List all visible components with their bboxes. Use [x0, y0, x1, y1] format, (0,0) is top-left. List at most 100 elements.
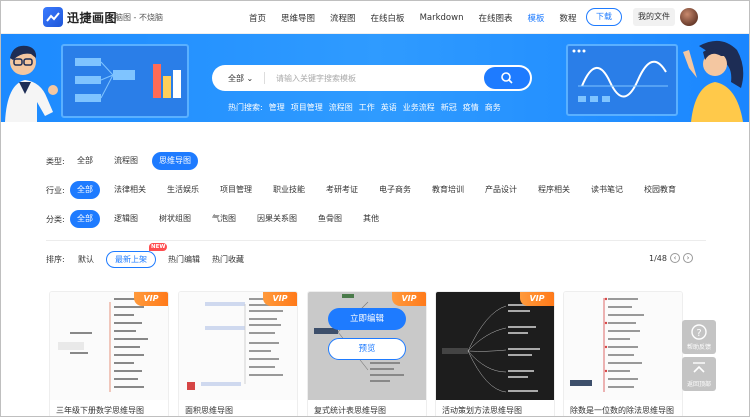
search-input[interactable] [276, 68, 476, 88]
template-card-hovered[interactable]: 立即编辑 预览 VIP 复式统计表思维导图 [307, 291, 427, 416]
search-icon [501, 72, 513, 84]
filter-type-option[interactable]: 思维导图 [152, 152, 198, 170]
filter-industry-option[interactable]: 产品设计 [478, 181, 524, 199]
nav-mindmap[interactable]: 思维导图 [281, 12, 315, 24]
template-card[interactable]: 除数是一位数的除法思维导图 [563, 291, 683, 416]
nav-tutorial[interactable]: 数程 [560, 12, 577, 24]
filter-type-option[interactable]: 全部 [70, 152, 100, 170]
filter-category-row: 分类: 全部 逻辑图 树状组图 气泡图 因果关系图 鱼骨图 其他 [46, 210, 393, 228]
illustration-board-left [61, 44, 189, 118]
preview-button[interactable]: 预览 [328, 338, 406, 360]
my-files-button[interactable]: 我的文件 [633, 8, 675, 26]
vip-badge: VIP [134, 292, 168, 306]
brand-tagline: 脑图 - 不烧脑 [115, 13, 163, 22]
section-divider [46, 240, 706, 241]
avatar[interactable] [680, 8, 698, 26]
template-title[interactable]: 复式统计表思维导图 [314, 405, 386, 416]
help-feedback-button[interactable]: ? 帮助反馈 [682, 320, 716, 354]
search-divider [264, 72, 265, 84]
template-card[interactable]: VIP 三年级下册数学思维导图 [49, 291, 169, 416]
nav-templates[interactable]: 模板 [527, 12, 544, 24]
template-title[interactable]: 面积思维导图 [185, 405, 233, 416]
filter-industry-option[interactable]: 生活娱乐 [160, 181, 206, 199]
search-button[interactable] [484, 67, 530, 89]
hot-term[interactable]: 商务 [485, 102, 501, 113]
hot-search-label: 热门搜索: [228, 103, 263, 112]
new-badge: NEW [149, 243, 168, 251]
hot-term[interactable]: 流程图 [329, 102, 353, 113]
vip-badge: VIP [520, 292, 554, 306]
next-page-icon[interactable]: › [682, 253, 693, 263]
filter-industry-option[interactable]: 读书笔记 [584, 181, 630, 199]
filter-industry-option[interactable]: 教育培训 [425, 181, 471, 199]
hero-banner: 全部 ⌄ 热门搜索: 管理 项目管理 流程图 工作 英语 业务流程 新冠 疫情 … [1, 34, 749, 122]
template-title[interactable]: 三年级下册数学思维导图 [56, 405, 144, 416]
filter-category-option[interactable]: 逻辑图 [107, 210, 145, 228]
template-card[interactable]: VIP 活动策划方法思维导图 [435, 291, 555, 416]
sort-option-newest[interactable]: 最新上架 NEW [106, 243, 168, 268]
vip-badge: VIP [392, 292, 426, 306]
nav-home[interactable]: 首页 [249, 12, 266, 24]
filter-category-option[interactable]: 气泡图 [205, 210, 243, 228]
page: 迅捷画图 脑图 - 不烧脑 首页 思维导图 流程图 在线白板 Markdown … [0, 0, 750, 417]
filter-category-option[interactable]: 因果关系图 [250, 210, 304, 228]
template-thumbnail[interactable] [50, 292, 168, 400]
hot-term[interactable]: 项目管理 [291, 102, 323, 113]
template-card[interactable]: VIP 面积思维导图 [178, 291, 298, 416]
hot-search-list: 热门搜索: 管理 项目管理 流程图 工作 英语 业务流程 新冠 疫情 商务 [228, 102, 507, 113]
filter-category-label: 分类: [46, 214, 65, 224]
template-thumbnail[interactable] [436, 292, 554, 400]
hot-term[interactable]: 工作 [359, 102, 375, 113]
prev-page-icon[interactable]: ‹ [669, 253, 680, 263]
pager: 1/48 ‹ › [649, 253, 693, 263]
edit-now-button[interactable]: 立即编辑 [328, 308, 406, 330]
filter-category-option[interactable]: 鱼骨图 [311, 210, 349, 228]
template-title[interactable]: 除数是一位数的除法思维导图 [570, 405, 674, 416]
nav-markdown[interactable]: Markdown [420, 13, 464, 23]
filter-industry-option[interactable]: 职业技能 [266, 181, 312, 199]
filter-type-option[interactable]: 流程图 [107, 152, 145, 170]
template-thumbnail[interactable] [179, 292, 297, 400]
download-button[interactable]: 下载 [586, 8, 622, 26]
filter-type-row: 类型: 全部 流程图 思维导图 [46, 152, 205, 170]
hot-term[interactable]: 管理 [269, 102, 285, 113]
nav-flowchart[interactable]: 流程图 [330, 12, 356, 24]
top-header: 迅捷画图 脑图 - 不烧脑 首页 思维导图 流程图 在线白板 Markdown … [1, 1, 749, 34]
filter-industry-option[interactable]: 考研考证 [319, 181, 365, 199]
filter-type-label: 类型: [46, 156, 65, 166]
search-scope-select[interactable]: 全部 ⌄ [228, 73, 253, 84]
sort-option-default[interactable]: 默认 [78, 254, 94, 265]
template-title[interactable]: 活动策划方法思维导图 [442, 405, 522, 416]
filter-industry-option[interactable]: 校园教育 [637, 181, 683, 199]
hot-term[interactable]: 疫情 [463, 102, 479, 113]
filter-category-option[interactable]: 其他 [356, 210, 386, 228]
template-thumbnail[interactable] [564, 292, 682, 400]
sort-option-hot-favorite[interactable]: 热门收藏 [212, 254, 244, 265]
filter-industry-row: 行业: 全部 法律相关 生活娱乐 项目管理 职业技能 考研考证 电子商务 教育培… [46, 181, 690, 199]
filter-industry-option[interactable]: 电子商务 [372, 181, 418, 199]
nav-charts[interactable]: 在线图表 [478, 12, 512, 24]
filter-industry-option[interactable]: 项目管理 [213, 181, 259, 199]
logo-icon[interactable] [43, 7, 63, 27]
nav-whiteboard[interactable]: 在线白板 [371, 12, 405, 24]
filter-industry-option[interactable]: 程序相关 [531, 181, 577, 199]
illustration-board-right [566, 44, 678, 116]
arrow-up-icon [693, 362, 705, 373]
filter-industry-option[interactable]: 全部 [70, 181, 100, 199]
main-nav: 首页 思维导图 流程图 在线白板 Markdown 在线图表 模板 数程 [249, 1, 592, 34]
back-to-top-label: 返回顶部 [686, 381, 711, 388]
sort-label: 排序: [46, 255, 65, 264]
hot-term[interactable]: 英语 [381, 102, 397, 113]
back-to-top-button[interactable]: 返回顶部 [682, 357, 716, 391]
page-indicator: 1/48 [649, 253, 667, 263]
hot-term[interactable]: 业务流程 [403, 102, 435, 113]
brand-name[interactable]: 迅捷画图 [67, 9, 117, 26]
filter-category-option[interactable]: 全部 [70, 210, 100, 228]
question-icon: ? [691, 324, 707, 340]
filter-industry-option[interactable]: 法律相关 [107, 181, 153, 199]
filter-category-option[interactable]: 树状组图 [152, 210, 198, 228]
template-thumbnail[interactable]: 立即编辑 预览 [308, 292, 426, 400]
filter-industry-label: 行业: [46, 185, 65, 195]
hot-term[interactable]: 新冠 [441, 102, 457, 113]
sort-option-hot-edit[interactable]: 热门编辑 [168, 254, 200, 265]
